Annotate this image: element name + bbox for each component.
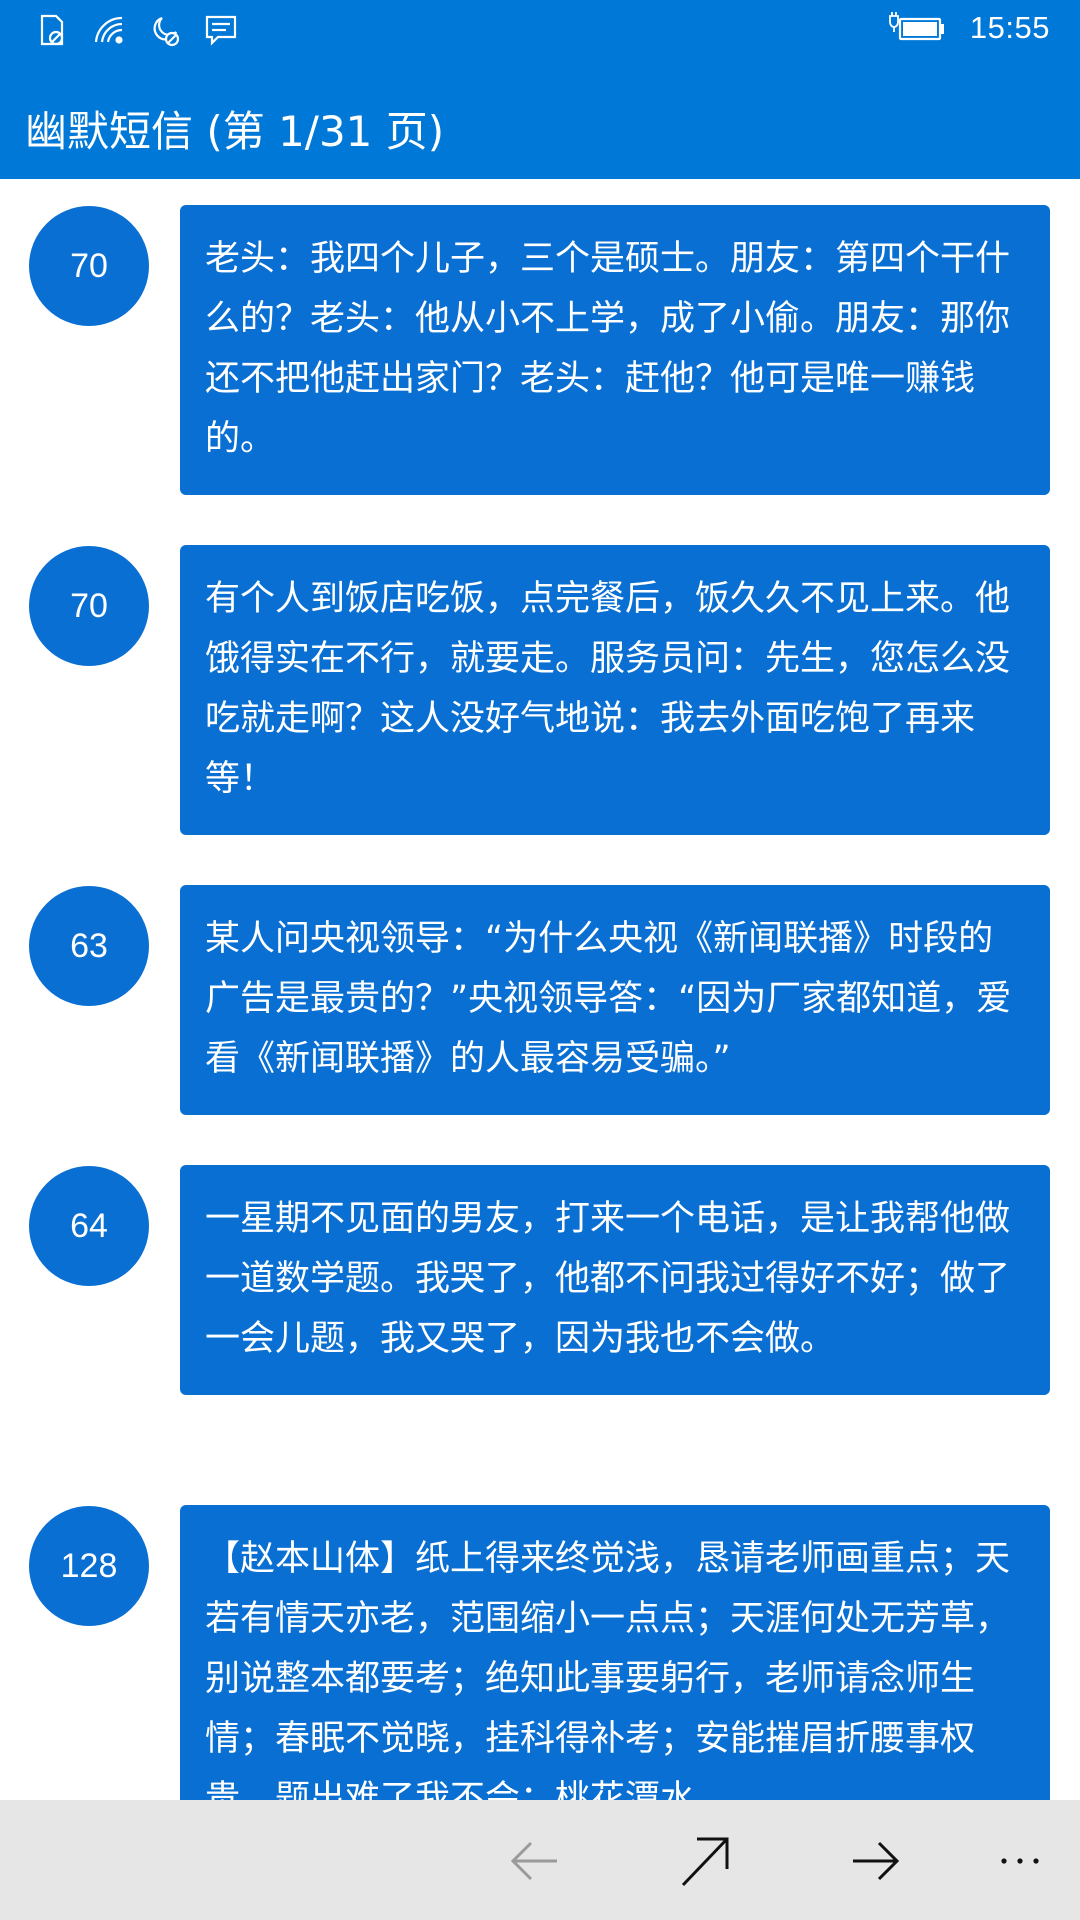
- count-badge: 70: [29, 206, 149, 326]
- back-arrow-icon: [505, 1831, 565, 1891]
- count-badge: 64: [29, 1166, 149, 1286]
- count-badge: 128: [29, 1506, 149, 1626]
- more-button[interactable]: [985, 1826, 1055, 1896]
- forward-button[interactable]: [840, 1826, 910, 1896]
- title-bar: 幽默短信 (第 1/31 页): [0, 62, 1080, 179]
- message-bubble[interactable]: 老头：我四个儿子，三个是硕士。朋友：第四个干什么的？老头：他从小不上学，成了小偷…: [180, 205, 1050, 495]
- count-badge: 63: [29, 886, 149, 1006]
- message-text: 一星期不见面的男友，打来一个电话，是让我帮他做一道数学题。我哭了，他都不问我过得…: [205, 1199, 1011, 1359]
- back-button[interactable]: [500, 1826, 570, 1896]
- battery-charging-icon: [886, 10, 946, 46]
- message-text: 老头：我四个儿子，三个是硕士。朋友：第四个干什么的？老头：他从小不上学，成了小偷…: [205, 239, 1011, 459]
- share-arrow-icon: [675, 1831, 735, 1891]
- status-right: 15:55: [886, 10, 1050, 46]
- message-text: 【赵本山体】纸上得来终觉浅，恳请老师画重点；天若有情天亦老，范围缩小一点点；天涯…: [205, 1539, 1011, 1800]
- message-notification-icon: [204, 12, 238, 48]
- share-button[interactable]: [670, 1826, 740, 1896]
- count-badge: 70: [29, 546, 149, 666]
- message-text: 有个人到饭店吃饭，点完餐后，饭久久不见上来。他饿得实在不行，就要走。服务员问：先…: [205, 579, 1011, 799]
- status-icons: [36, 12, 238, 48]
- forward-arrow-icon: [845, 1831, 905, 1891]
- quiet-hours-icon: [148, 12, 182, 48]
- message-bubble[interactable]: 【赵本山体】纸上得来终觉浅，恳请老师画重点；天若有情天亦老，范围缩小一点点；天涯…: [180, 1505, 1050, 1800]
- sim-missing-icon: [36, 12, 70, 48]
- message-text: 某人问央视领导：“为什么央视《新闻联播》时段的广告是最贵的？”央视领导答：“因为…: [205, 919, 1012, 1079]
- screen: 15:55 幽默短信 (第 1/31 页) 70 老头：我四个儿子，三个是硕士。…: [0, 0, 1080, 1920]
- wifi-icon: [92, 12, 126, 48]
- status-bar: 15:55: [0, 0, 1080, 62]
- message-bubble[interactable]: 某人问央视领导：“为什么央视《新闻联播》时段的广告是最贵的？”央视领导答：“因为…: [180, 885, 1050, 1115]
- app-bar: [0, 1800, 1080, 1920]
- page-title: 幽默短信 (第 1/31 页): [25, 107, 445, 156]
- message-bubble[interactable]: 有个人到饭店吃饭，点完餐后，饭久久不见上来。他饿得实在不行，就要走。服务员问：先…: [180, 545, 1050, 835]
- message-list[interactable]: 70 老头：我四个儿子，三个是硕士。朋友：第四个干什么的？老头：他从小不上学，成…: [0, 179, 1080, 1800]
- status-clock: 15:55: [969, 10, 1050, 45]
- message-bubble[interactable]: 一星期不见面的男友，打来一个电话，是让我帮他做一道数学题。我哭了，他都不问我过得…: [180, 1165, 1050, 1395]
- more-icon: [990, 1831, 1050, 1891]
